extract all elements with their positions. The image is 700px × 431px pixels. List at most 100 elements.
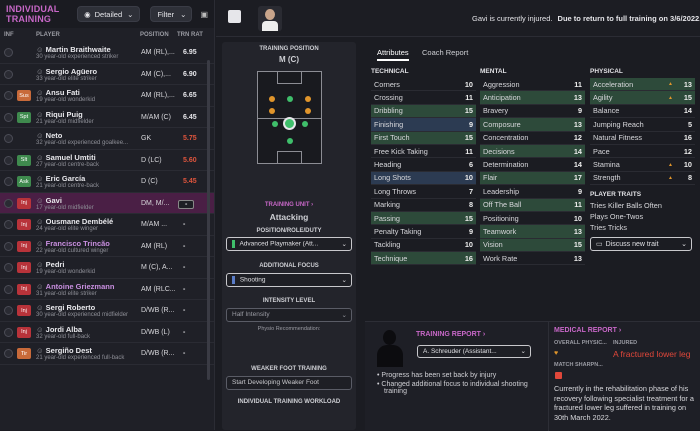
medical-report-title[interactable]: MEDICAL REPORT ›	[554, 327, 621, 334]
position-dot[interactable]	[269, 108, 275, 114]
trait-item: Plays One-Twos	[590, 212, 644, 222]
position-dot[interactable]	[272, 121, 278, 127]
focus-select[interactable]: Shooting ⌄	[226, 273, 352, 287]
select-checkbox[interactable]	[4, 241, 13, 251]
select-checkbox[interactable]	[4, 177, 13, 186]
player-name[interactable]: ☺ Pedri	[36, 260, 64, 269]
position-dot[interactable]	[305, 96, 311, 102]
select-checkbox[interactable]	[4, 327, 13, 337]
player-row[interactable]: Inj ☺ Gavi 17 year-old midfielder DM, M/... -	[0, 192, 214, 214]
intensity-select[interactable]: Half Intensity ⌄	[226, 308, 352, 322]
player-row[interactable]: Inj ☺ Francisco Trincão 22 year-old culture…	[0, 236, 214, 257]
training-unit-label[interactable]: TRAINING UNIT ›	[222, 202, 356, 208]
mental-table: MENTAL Aggression 11 Anticipation 13 Bravery…	[480, 68, 585, 266]
select-checkbox[interactable]	[4, 263, 13, 272]
col-inf[interactable]: INF	[4, 32, 36, 38]
select-checkbox[interactable]	[4, 134, 13, 143]
view-dropdown[interactable]: ◉ Detailed ⌄	[77, 6, 141, 22]
player-name[interactable]: ☺ Ansu Fati	[36, 88, 80, 97]
select-checkbox[interactable]	[4, 112, 13, 122]
pitch[interactable]	[257, 71, 322, 164]
attribute-value: 16	[683, 133, 692, 143]
player-row[interactable]: Inj ☺ Pedri 19 year-old wonderkid M (C), A..…	[0, 257, 214, 279]
select-checkbox[interactable]	[4, 155, 13, 165]
player-name[interactable]: ☺ Martin Braithwaite	[36, 45, 111, 54]
col-position[interactable]: POSITION	[140, 32, 177, 38]
player-row[interactable]: Tir ☺ Sergiño Dest 21 year-old experienced …	[0, 343, 214, 365]
player-row[interactable]: ☺ Martin Braithwaite 30 year-old experienc…	[0, 42, 214, 64]
tab-attributes[interactable]: Attributes	[377, 48, 409, 61]
player-name[interactable]: ☺ Neto	[36, 131, 62, 140]
player-row[interactable]: Slt ☺ Samuel Umtiti 27 year-old centre-back…	[0, 150, 214, 171]
player-row[interactable]: Spt ☺ Riqui Puig 21 year-old midfielder M/AM…	[0, 107, 214, 128]
attribute-value: 14	[683, 106, 692, 116]
player-row[interactable]: Inj ☺ Ousmane Dembélé 24 year-old elite win…	[0, 214, 214, 236]
player-row[interactable]: Sus ☺ Ansu Fati 19 year-old wonderkid AM (RL…	[0, 85, 214, 107]
attribute-name: Passing	[374, 213, 400, 223]
discuss-trait-button[interactable]: ▭ Discuss new trait ⌄	[590, 237, 692, 252]
player-name[interactable]: ☺ Sergiño Dest	[36, 346, 92, 355]
position-dot[interactable]	[287, 138, 293, 144]
player-row[interactable]: ☺ Neto 32 year-old experienced goalkee... G…	[0, 128, 214, 150]
panel-title: INDIVIDUAL TRAINING	[6, 4, 60, 24]
avatar[interactable]	[258, 6, 282, 31]
player-name[interactable]: ☺ Sergio Agüero	[36, 67, 97, 76]
physical-table: PHYSICAL Acceleration 13 ▲ Agility 15 ▲ Balanc…	[590, 68, 695, 252]
attribute-row: Vision 15	[480, 238, 585, 253]
player-name[interactable]: ☺ Jordi Alba	[36, 325, 82, 334]
player-name[interactable]: ☺ Ousmane Dembélé	[36, 217, 113, 226]
select-checkbox[interactable]	[4, 349, 13, 358]
attribute-name: Teamwork	[483, 226, 517, 236]
attribute-name: Technique	[374, 253, 408, 263]
player-name[interactable]: ☺ Eric García	[36, 174, 85, 183]
status-badge: Sus	[17, 90, 31, 101]
player-row[interactable]: Ask ☺ Eric García 21 year-old centre-back D …	[0, 171, 214, 193]
select-checkbox[interactable]	[4, 220, 13, 229]
select-checkbox[interactable]	[4, 48, 13, 57]
filter-dropdown[interactable]: Filter ⌄	[150, 6, 193, 22]
tab-coach-report[interactable]: Coach Report	[422, 48, 468, 57]
training-report-title[interactable]: TRAINING REPORT ›	[416, 331, 485, 338]
scrollbar[interactable]	[207, 60, 210, 380]
attributes-panel: Attributes Coach Report TECHNICAL Corner…	[365, 42, 700, 322]
col-rating[interactable]: TRN RAT	[177, 32, 203, 38]
coach-select[interactable]: A. Schreuder (Assistant... ⌄	[417, 345, 531, 358]
attribute-name: Leadership	[483, 186, 520, 196]
col-player[interactable]: PLAYER	[36, 32, 140, 38]
player-name[interactable]: ☺ Antoine Griezmann	[36, 282, 114, 291]
position-dot[interactable]	[269, 96, 275, 102]
select-checkbox[interactable]	[4, 198, 13, 208]
status-badge: Inj	[17, 283, 31, 295]
player-row[interactable]: Inj ☺ Antoine Griezmann 31 year-old elite s…	[0, 279, 214, 300]
select-checkbox[interactable]	[4, 306, 13, 315]
role-label: POSITION/ROLE/DUTY	[256, 228, 322, 234]
chevron-down-icon: ⌄	[681, 241, 687, 249]
position-dot[interactable]	[302, 121, 308, 127]
player-row[interactable]: ☺ Sergio Agüero 33 year-old elite striker A…	[0, 64, 214, 85]
player-name[interactable]: ☺ Sergi Roberto	[36, 303, 95, 312]
weak-foot-select[interactable]: Start Developing Weaker Foot	[226, 376, 352, 390]
select-checkbox[interactable]	[4, 91, 13, 100]
sharpness-label: MATCH SHARPN...	[554, 362, 603, 368]
status-badge: Inj	[17, 240, 31, 252]
position-dot[interactable]	[287, 96, 293, 102]
person-icon: ☺	[36, 195, 44, 205]
attribute-value: 6	[468, 160, 473, 170]
player-name[interactable]: ☺ Samuel Umtiti	[36, 153, 96, 162]
select-checkbox[interactable]	[4, 284, 13, 294]
person-icon: ☺	[36, 174, 44, 183]
select-checkbox[interactable]	[4, 69, 13, 79]
role-select[interactable]: Advanced Playmaker (Att... ⌄	[226, 237, 352, 251]
position-dot[interactable]	[305, 108, 311, 114]
menu-icon[interactable]	[228, 10, 241, 23]
attribute-row: Work Rate 13	[480, 252, 585, 266]
player-name[interactable]: ☺ Riqui Puig	[36, 110, 83, 119]
selected-position-dot[interactable]	[283, 117, 296, 130]
player-name[interactable]: ☺ Francisco Trincão	[36, 239, 110, 248]
attribute-row: Stamina 10 ▲	[590, 158, 695, 172]
player-row[interactable]: Inj ☺ Sergi Roberto 30 year-old experienced…	[0, 300, 214, 322]
player-position: D (LC)	[141, 156, 162, 164]
player-name[interactable]: ☺ Gavi	[36, 196, 62, 205]
expand-icon[interactable]: ▣	[200, 10, 208, 19]
player-row[interactable]: Inj ☺ Jordi Alba 32 year-old full-back D/WB …	[0, 322, 214, 343]
